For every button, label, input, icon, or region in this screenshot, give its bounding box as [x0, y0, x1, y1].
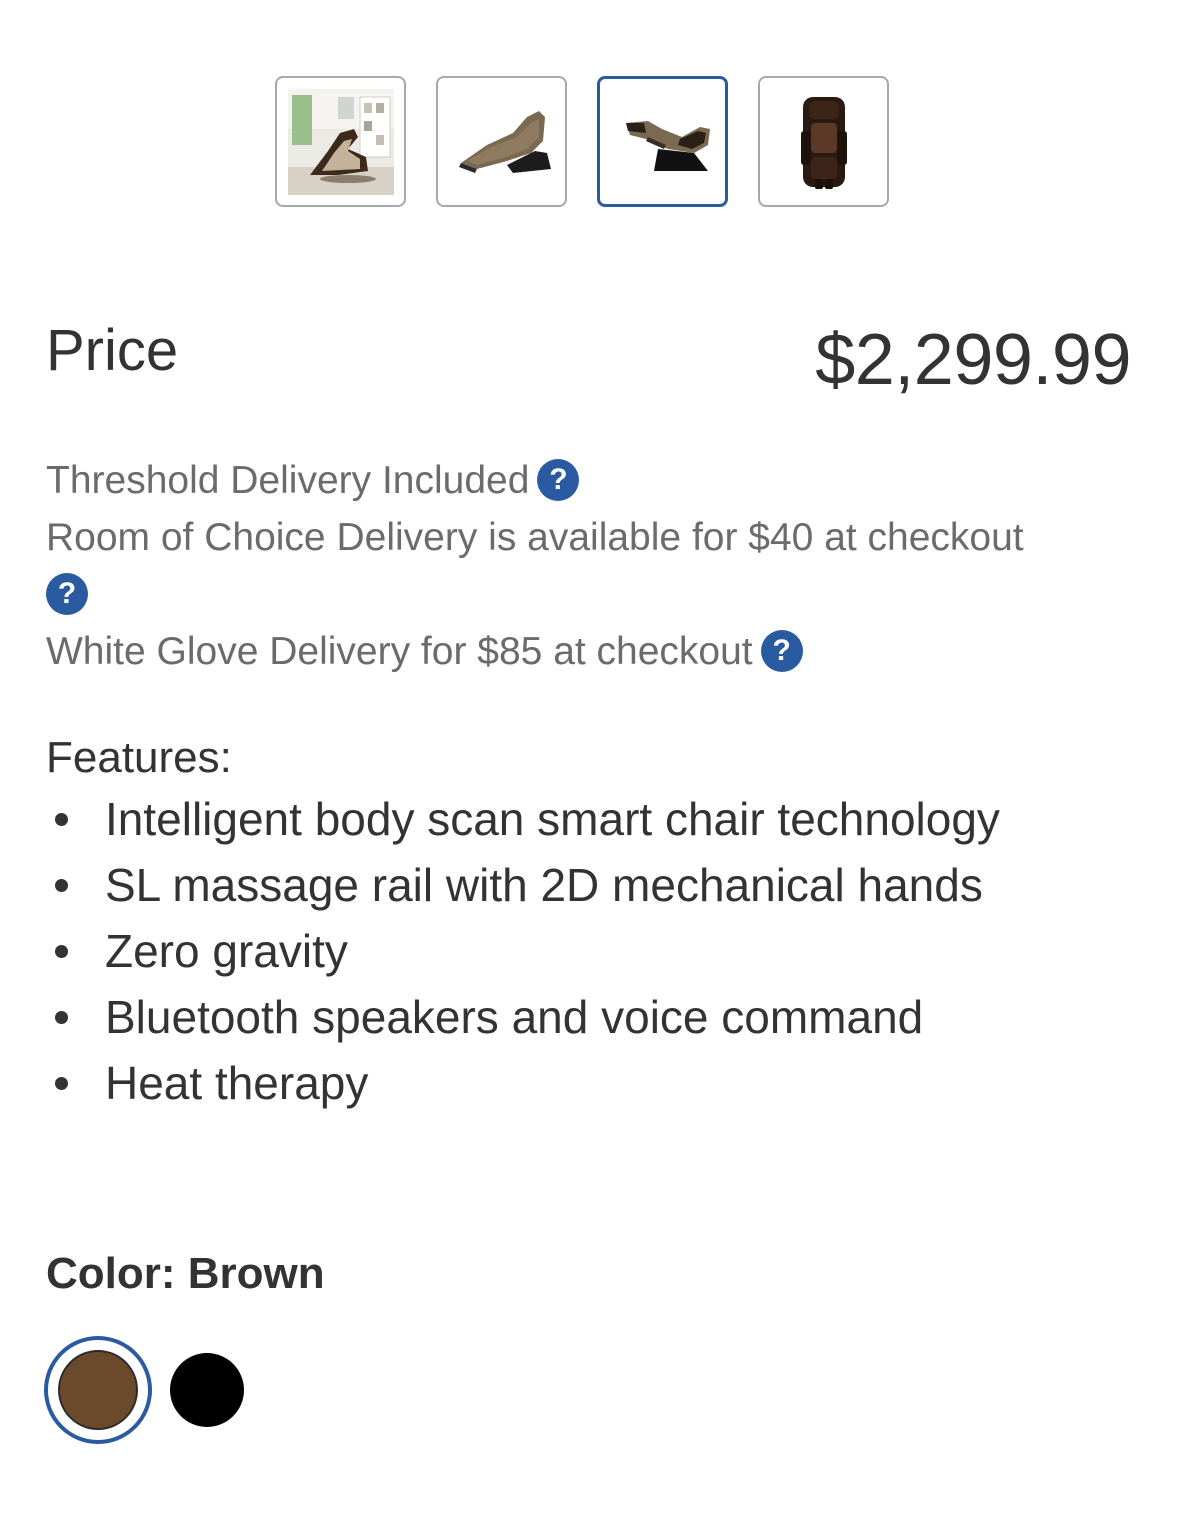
- list-item: SL massage rail with 2D mechanical hands: [0, 852, 1000, 918]
- threshold-help-icon[interactable]: ?: [537, 458, 580, 501]
- color-swatch-brown[interactable]: [44, 1336, 152, 1444]
- thumbnail-side-recline[interactable]: [436, 76, 567, 207]
- bullet-icon: [55, 1077, 68, 1090]
- bullet-icon: [55, 813, 68, 826]
- bullet-icon: [55, 879, 68, 892]
- color-swatches: [44, 1336, 244, 1444]
- threshold-delivery-line: Threshold Delivery Included?: [46, 452, 1136, 509]
- front-view-image: [800, 96, 847, 189]
- thumbnail-lifestyle[interactable]: [275, 76, 406, 207]
- lifestyle-room-image: [287, 88, 394, 195]
- feature-text: SL massage rail with 2D mechanical hands: [105, 859, 983, 911]
- color-swatch-black[interactable]: [170, 1353, 244, 1427]
- room-of-choice-text: Room of Choice Delivery is available for…: [46, 516, 1024, 559]
- brown-swatch-fill: [58, 1350, 138, 1430]
- zero-gravity-image: [625, 120, 710, 171]
- features-list: Intelligent body scan smart chair techno…: [0, 786, 1000, 1116]
- white-glove-line: White Glove Delivery for $85 at checkout…: [46, 623, 1136, 680]
- thumbnail-front[interactable]: [758, 76, 889, 207]
- thumbnail-zero-gravity[interactable]: [597, 76, 728, 207]
- feature-text: Zero gravity: [105, 925, 348, 977]
- room-of-choice-help-line: ?: [46, 566, 1136, 623]
- price-label: Price: [46, 318, 179, 383]
- list-item: Heat therapy: [0, 1050, 1000, 1116]
- white-glove-help-icon[interactable]: ?: [760, 629, 803, 672]
- delivery-info: Threshold Delivery Included? Room of Cho…: [46, 452, 1136, 680]
- price-value: $2,299.99: [815, 320, 1131, 400]
- features-title: Features:: [46, 733, 232, 782]
- room-of-choice-help-icon[interactable]: ?: [46, 572, 88, 615]
- list-item: Zero gravity: [0, 918, 1000, 984]
- color-label: Color: Brown: [46, 1249, 325, 1298]
- feature-text: Bluetooth speakers and voice command: [105, 991, 924, 1043]
- image-gallery: [275, 76, 889, 207]
- threshold-delivery-text: Threshold Delivery Included: [46, 459, 530, 502]
- feature-text: Heat therapy: [105, 1057, 369, 1109]
- list-item: Bluetooth speakers and voice command: [0, 984, 1000, 1050]
- white-glove-text: White Glove Delivery for $85 at checkout: [46, 630, 753, 673]
- list-item: Intelligent body scan smart chair techno…: [0, 786, 1000, 852]
- bullet-icon: [55, 1011, 68, 1024]
- room-of-choice-line: Room of Choice Delivery is available for…: [46, 509, 1136, 566]
- bullet-icon: [55, 945, 68, 958]
- feature-text: Intelligent body scan smart chair techno…: [105, 793, 1000, 845]
- side-recline-image: [458, 110, 551, 173]
